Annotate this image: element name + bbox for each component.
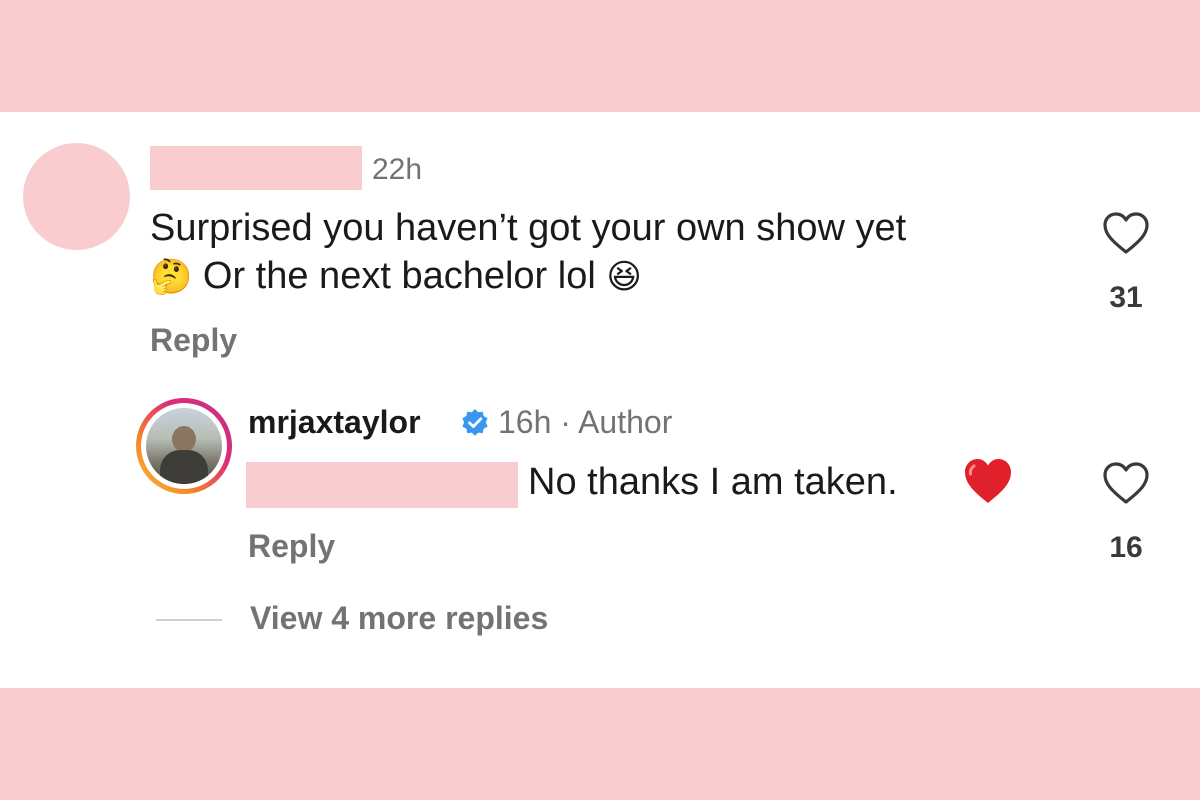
red-heart-emoji-icon: [965, 459, 1011, 503]
heart-icon[interactable]: [1102, 210, 1150, 256]
redacted-avatar[interactable]: [23, 143, 130, 250]
comment-text-line-2-text: Or the next bachelor lol: [202, 255, 596, 297]
reply-text: No thanks I am taken.: [528, 461, 898, 503]
redacted-username[interactable]: [150, 146, 362, 190]
reply-like-count: 16: [1109, 531, 1143, 564]
comment-text-line-2: 🤔 Or the next bachelor lol 😆: [150, 252, 1050, 301]
avatar-photo-head: [172, 426, 196, 452]
comment-text: Surprised you haven’t got your own show …: [150, 204, 1050, 301]
avatar-photo: [146, 408, 222, 484]
comment-like-count: 31: [1109, 281, 1143, 314]
view-more-replies-button[interactable]: View 4 more replies: [250, 598, 548, 638]
redacted-mention[interactable]: [246, 462, 518, 508]
avatar-photo-body: [160, 450, 208, 484]
reply-button[interactable]: Reply: [150, 320, 237, 360]
comment-text-line-1: Surprised you haven’t got your own show …: [150, 207, 907, 249]
view-replies-divider: [156, 619, 222, 621]
comment-timestamp: 22h: [372, 153, 423, 186]
thinking-emoji-icon: 🤔: [150, 257, 193, 297]
verified-badge-icon: [462, 409, 488, 436]
laughing-emoji-icon: 😆: [606, 257, 642, 297]
reply-author-username[interactable]: mrjaxtaylor: [248, 402, 421, 442]
reply-meta: 16h · Author: [498, 404, 673, 440]
author-avatar[interactable]: [136, 398, 232, 494]
reply-button[interactable]: Reply: [248, 526, 335, 566]
heart-icon[interactable]: [1102, 460, 1150, 506]
